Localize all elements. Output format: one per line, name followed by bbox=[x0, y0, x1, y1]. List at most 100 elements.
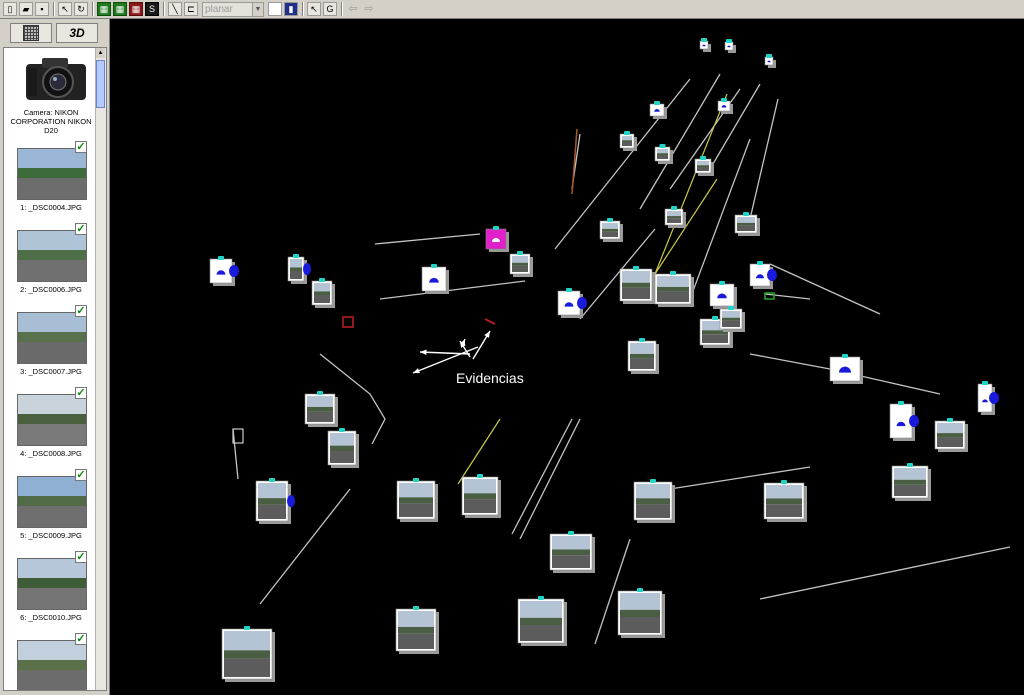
camera-node[interactable] bbox=[549, 531, 595, 573]
layer-red-button[interactable]: ▦ bbox=[129, 2, 143, 16]
camera-node[interactable] bbox=[734, 212, 760, 236]
polygon-tool-button[interactable]: ⊏ bbox=[184, 2, 198, 16]
camera-node[interactable] bbox=[255, 478, 295, 524]
checkmark-icon[interactable]: ✓ bbox=[75, 305, 87, 317]
camera-node[interactable] bbox=[724, 39, 736, 53]
camera-node[interactable] bbox=[311, 278, 335, 308]
camera-node[interactable] bbox=[287, 254, 311, 284]
camera-node[interactable] bbox=[509, 251, 533, 277]
photo-list-item[interactable]: ✓7: _DSC0011.JPG bbox=[4, 632, 98, 690]
forward-arrow-icon: ⇨ bbox=[364, 2, 374, 15]
camera-node[interactable] bbox=[619, 131, 637, 151]
photo-list-item[interactable]: ✓ 3: _DSC0007.JPG bbox=[4, 304, 98, 384]
evidence-arrow bbox=[413, 368, 420, 374]
camera-node[interactable] bbox=[889, 401, 919, 441]
camera-node[interactable] bbox=[396, 478, 438, 522]
camera-node[interactable] bbox=[517, 596, 567, 646]
chevron-down-icon: ▼ bbox=[252, 2, 263, 16]
evidencias-label: Evidencias bbox=[456, 370, 524, 386]
scene-canvas[interactable] bbox=[110, 19, 1024, 695]
rotate-icon: ↻ bbox=[77, 3, 85, 14]
layer-green-2-button[interactable]: ▦ bbox=[113, 2, 127, 16]
checkmark-icon[interactable]: ✓ bbox=[75, 223, 87, 235]
camera-node[interactable] bbox=[485, 226, 509, 252]
rotate-button[interactable]: ↻ bbox=[74, 2, 88, 16]
point-cloud-line bbox=[759, 546, 1011, 600]
photo-list-item[interactable]: ✓ 1: _DSC0004.JPG bbox=[4, 140, 98, 220]
grid-view-button[interactable] bbox=[10, 23, 52, 43]
save-button[interactable]: ▪ bbox=[35, 2, 49, 16]
pointer-button[interactable]: ↖ bbox=[58, 2, 72, 16]
camera-node[interactable] bbox=[557, 288, 587, 318]
checkmark-icon[interactable]: ✓ bbox=[75, 469, 87, 481]
point-cloud-line bbox=[484, 318, 496, 325]
camera-node[interactable] bbox=[654, 271, 694, 307]
camera-node[interactable] bbox=[709, 281, 737, 309]
camera-node[interactable] bbox=[664, 206, 686, 228]
photo-thumbnail[interactable] bbox=[17, 148, 87, 200]
point-cloud-line bbox=[769, 263, 881, 315]
photo-thumbnail[interactable] bbox=[17, 312, 87, 364]
color-swatch-button[interactable] bbox=[268, 2, 282, 16]
g-button[interactable]: G bbox=[323, 2, 337, 16]
camera-node[interactable] bbox=[934, 418, 968, 452]
photo-list[interactable]: ▲ Camera: NIKON CORPORATION NIKON D20 ✓ 1… bbox=[3, 47, 107, 691]
camera-node[interactable] bbox=[891, 463, 931, 501]
photo-thumbnail[interactable] bbox=[17, 558, 87, 610]
camera-node[interactable] bbox=[209, 256, 239, 286]
camera-node[interactable] bbox=[699, 38, 711, 52]
checkmark-icon[interactable]: ✓ bbox=[75, 551, 87, 563]
photo-sidebar: 3D ▲ Camera: NIKON CORPORATION NIKON D20… bbox=[0, 19, 110, 695]
view-3d-button[interactable]: 3D bbox=[56, 23, 98, 43]
checkmark-icon[interactable]: ✓ bbox=[75, 633, 87, 645]
camera-node[interactable] bbox=[649, 101, 667, 119]
checkmark-icon[interactable]: ✓ bbox=[75, 387, 87, 399]
layer-green-1-button[interactable]: ▦ bbox=[97, 2, 111, 16]
camera-node[interactable] bbox=[327, 428, 359, 468]
3d-viewport[interactable]: Evidencias bbox=[110, 19, 1024, 695]
point-cloud-line bbox=[374, 233, 481, 245]
camera-node[interactable] bbox=[221, 626, 275, 682]
scroll-thumb[interactable] bbox=[96, 60, 105, 108]
camera-node[interactable] bbox=[627, 338, 659, 374]
photo-filename: 2: _DSC0006.JPG bbox=[20, 285, 82, 294]
point-cloud-line bbox=[654, 93, 728, 275]
checkmark-icon[interactable]: ✓ bbox=[75, 141, 87, 153]
camera-node[interactable] bbox=[829, 354, 863, 384]
camera-node[interactable] bbox=[764, 54, 776, 68]
camera-node[interactable] bbox=[421, 264, 449, 294]
camera-node[interactable] bbox=[633, 479, 675, 523]
photo-thumbnail[interactable] bbox=[17, 476, 87, 528]
line-tool-button[interactable]: ╲ bbox=[168, 2, 182, 16]
new-file-button[interactable]: ▯ bbox=[3, 2, 17, 16]
photo-thumbnail[interactable] bbox=[17, 640, 87, 690]
camera-node[interactable] bbox=[395, 606, 439, 654]
camera-node[interactable] bbox=[719, 306, 745, 332]
forward-arrow-button[interactable]: ⇨ bbox=[362, 2, 376, 16]
layer-red-icon: ▦ bbox=[131, 3, 141, 14]
photo-list-item[interactable]: ✓ 4: _DSC0008.JPG bbox=[4, 386, 98, 466]
camera-node[interactable] bbox=[763, 480, 807, 522]
g-icon: G bbox=[326, 3, 334, 14]
photo-list-item[interactable]: ✓ 6: _DSC0010.JPG bbox=[4, 550, 98, 630]
point-cloud-line bbox=[342, 316, 354, 328]
camera-node[interactable] bbox=[654, 144, 673, 164]
layer-s-button[interactable]: S bbox=[145, 2, 159, 16]
photo-thumbnail[interactable] bbox=[17, 230, 87, 282]
camera-node[interactable] bbox=[619, 266, 655, 304]
cursor-help-button[interactable]: ↖ bbox=[307, 2, 321, 16]
photo-list-item[interactable]: ✓ 5: _DSC0009.JPG bbox=[4, 468, 98, 548]
camera-node[interactable] bbox=[617, 588, 665, 638]
camera-node[interactable] bbox=[694, 156, 714, 176]
back-arrow-button[interactable]: ⇦ bbox=[346, 2, 360, 16]
camera-node[interactable] bbox=[461, 474, 501, 518]
photo-thumbnail[interactable] bbox=[17, 394, 87, 446]
photo-list-item[interactable]: ✓ 2: _DSC0006.JPG bbox=[4, 222, 98, 302]
open-folder-button[interactable]: ▰ bbox=[19, 2, 33, 16]
camera-node[interactable] bbox=[977, 381, 999, 415]
histogram-button[interactable]: ▮ bbox=[284, 2, 298, 16]
camera-node[interactable] bbox=[599, 218, 623, 242]
scroll-up-icon[interactable]: ▲ bbox=[96, 48, 105, 58]
camera-node[interactable] bbox=[304, 391, 338, 427]
mode-dropdown[interactable]: planar ▼ bbox=[202, 1, 264, 17]
